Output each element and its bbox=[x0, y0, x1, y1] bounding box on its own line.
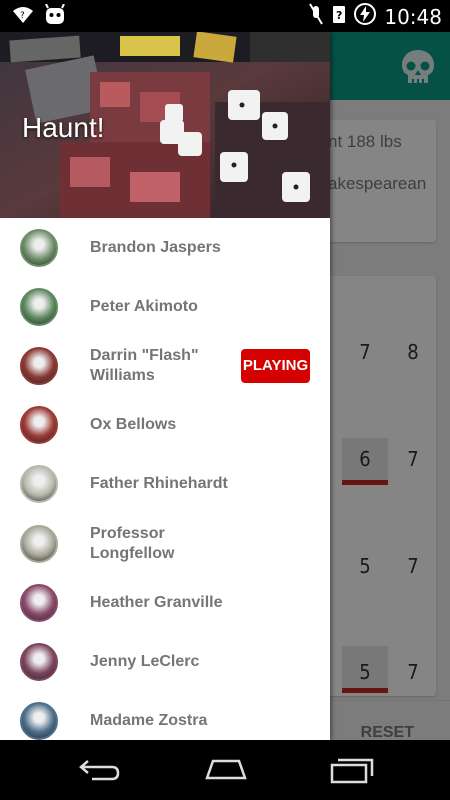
character-list-item[interactable]: Jenny LeClerc bbox=[0, 632, 330, 691]
character-avatar bbox=[20, 702, 58, 740]
character-list-item[interactable]: Brandon Jaspers bbox=[0, 218, 330, 277]
navigation-drawer: Haunt! Brandon Jaspers Peter Akimoto Darri… bbox=[0, 32, 330, 740]
wifi-question-icon: ? bbox=[12, 5, 34, 30]
character-list-item[interactable]: Peter Akimoto bbox=[0, 277, 330, 336]
system-nav-bar bbox=[0, 740, 450, 800]
recent-apps-icon[interactable] bbox=[330, 756, 374, 789]
svg-text:?: ? bbox=[20, 11, 25, 21]
character-name: Darrin "Flash" Williams bbox=[90, 346, 199, 384]
character-list-item[interactable]: Madame Zostra bbox=[0, 692, 330, 740]
battery-charging-icon bbox=[354, 3, 377, 30]
character-name: Ox Bellows bbox=[90, 416, 177, 434]
character-name: Brandon Jaspers bbox=[90, 238, 221, 256]
android-robot-icon bbox=[44, 3, 66, 31]
character-name: Professor Longfellow bbox=[90, 524, 175, 562]
character-list: Brandon Jaspers Peter Akimoto Darrin "Flas… bbox=[0, 218, 330, 740]
muted-icon bbox=[308, 3, 324, 30]
character-list-item[interactable]: Heather Granville bbox=[0, 573, 330, 632]
playing-badge: PLAYING bbox=[241, 348, 310, 383]
character-name: Madame Zostra bbox=[90, 712, 208, 730]
character-name: Jenny LeClerc bbox=[90, 652, 200, 670]
home-icon[interactable] bbox=[203, 756, 249, 787]
drawer-header-title: Haunt! bbox=[22, 112, 105, 143]
no-signal-icon: ? bbox=[332, 4, 346, 29]
back-icon[interactable] bbox=[78, 756, 122, 787]
drawer-header: Haunt! bbox=[0, 32, 330, 218]
character-avatar bbox=[20, 406, 58, 445]
character-list-item[interactable]: Father Rhinehardt bbox=[0, 455, 330, 514]
character-avatar bbox=[20, 228, 58, 267]
status-bar: ? ? 10:48 bbox=[0, 0, 450, 32]
status-time: 10:48 bbox=[384, 4, 442, 29]
character-avatar bbox=[20, 287, 58, 326]
character-avatar bbox=[20, 346, 58, 385]
character-list-item[interactable]: Professor Longfellow bbox=[0, 514, 330, 573]
character-name: Father Rhinehardt bbox=[90, 475, 228, 493]
svg-text:?: ? bbox=[336, 9, 342, 22]
character-list-item[interactable]: Ox Bellows bbox=[0, 396, 330, 455]
character-avatar bbox=[20, 642, 58, 681]
character-list-item[interactable]: Darrin "Flash" Williams PLAYING bbox=[0, 336, 330, 395]
character-name: Heather Granville bbox=[90, 593, 223, 611]
character-avatar bbox=[20, 465, 58, 504]
character-avatar bbox=[20, 524, 58, 563]
character-avatar bbox=[20, 583, 58, 622]
character-name: Peter Akimoto bbox=[90, 297, 198, 315]
